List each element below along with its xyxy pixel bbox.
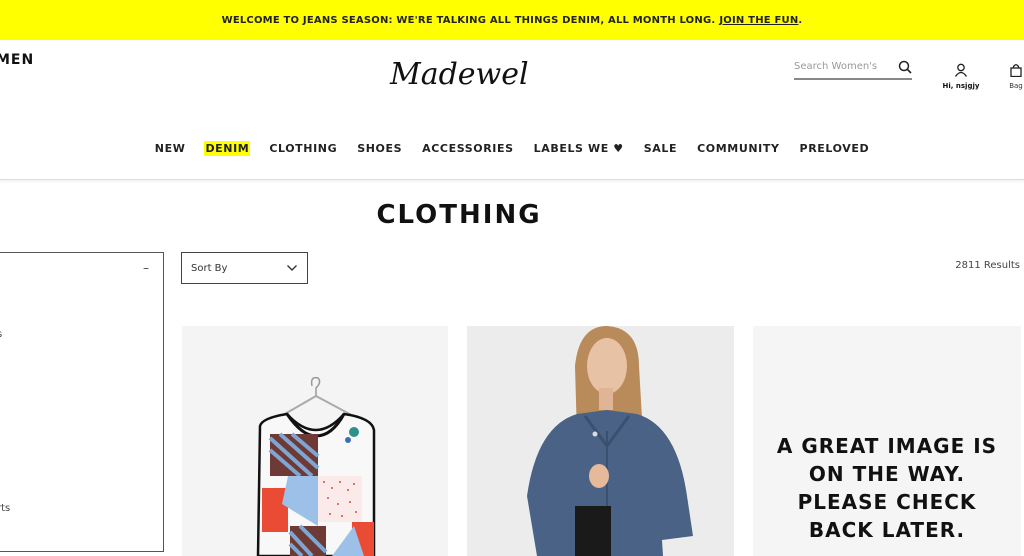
page-title: CLOTHING: [376, 200, 542, 230]
user-icon: [954, 63, 968, 77]
nav-item-preloved[interactable]: PRELOVED: [799, 141, 871, 156]
promo-banner: WELCOME TO JEANS SEASON: WE'RE TALKING A…: [0, 0, 1024, 40]
account-button[interactable]: Hi, nsjgjy: [940, 62, 982, 90]
nav-item-new[interactable]: NEW: [154, 141, 187, 156]
logo-text: Madewell: [389, 57, 530, 92]
promo-message: WELCOME TO JEANS SEASON: WE'RE TALKING A…: [221, 14, 716, 26]
chevron-down-icon: [287, 265, 297, 271]
filter-collapse-button[interactable]: –: [143, 261, 149, 275]
product-card[interactable]: A GREAT IMAGE IS ON THE WAY. PLEASE CHEC…: [753, 326, 1021, 556]
bag-label: Bag: [1009, 82, 1023, 90]
results-count: 2811 Results: [955, 260, 1020, 271]
sort-by-dropdown[interactable]: Sort By: [181, 252, 308, 284]
product-card[interactable]: [467, 326, 734, 556]
placeholder-line: ON THE WAY.: [808, 462, 966, 486]
nav-item-accessories[interactable]: ACCESSORIES: [421, 141, 514, 156]
search-input[interactable]: [794, 58, 890, 72]
search-field[interactable]: [794, 58, 912, 80]
nav-item-labels-we-love[interactable]: LABELS WE ♥: [533, 141, 625, 156]
product-image-denim-jacket[interactable]: [467, 326, 734, 556]
madewell-logo[interactable]: Madewell: [388, 54, 530, 94]
filter-option[interactable]: s: [0, 329, 2, 340]
bag-icon: [1010, 64, 1022, 78]
filter-option[interactable]: rts: [0, 503, 10, 514]
filter-panel: – s rts: [0, 252, 164, 552]
nav-item-denim[interactable]: DENIM: [204, 141, 251, 156]
join-the-fun-link[interactable]: JOIN THE FUN: [719, 15, 798, 26]
nav-item-shoes[interactable]: SHOES: [356, 141, 403, 156]
department-link-men[interactable]: MEN: [0, 52, 34, 68]
image-placeholder: A GREAT IMAGE IS ON THE WAY. PLEASE CHEC…: [753, 432, 1021, 544]
main-nav: NEW DENIM CLOTHING SHOES ACCESSORIES LAB…: [0, 141, 1024, 156]
placeholder-line: BACK LATER.: [808, 518, 966, 542]
placeholder-line: A GREAT IMAGE IS: [776, 434, 998, 458]
nav-item-clothing[interactable]: CLOTHING: [268, 141, 338, 156]
search-icon[interactable]: [898, 60, 912, 74]
promo-period: .: [798, 14, 803, 26]
account-label: Hi, nsjgjy: [942, 82, 980, 90]
placeholder-line: PLEASE CHECK: [797, 490, 977, 514]
sort-by-label: Sort By: [191, 262, 228, 274]
site-header: MEN Madewell Hi, nsjgjy Bag NEW DENIM CL…: [0, 40, 1024, 180]
product-card[interactable]: [182, 326, 448, 556]
bag-button[interactable]: Bag: [1004, 62, 1024, 90]
nav-item-sale[interactable]: SALE: [643, 141, 678, 156]
product-image-patchwork-top[interactable]: [182, 326, 448, 556]
nav-item-community[interactable]: COMMUNITY: [696, 141, 780, 156]
